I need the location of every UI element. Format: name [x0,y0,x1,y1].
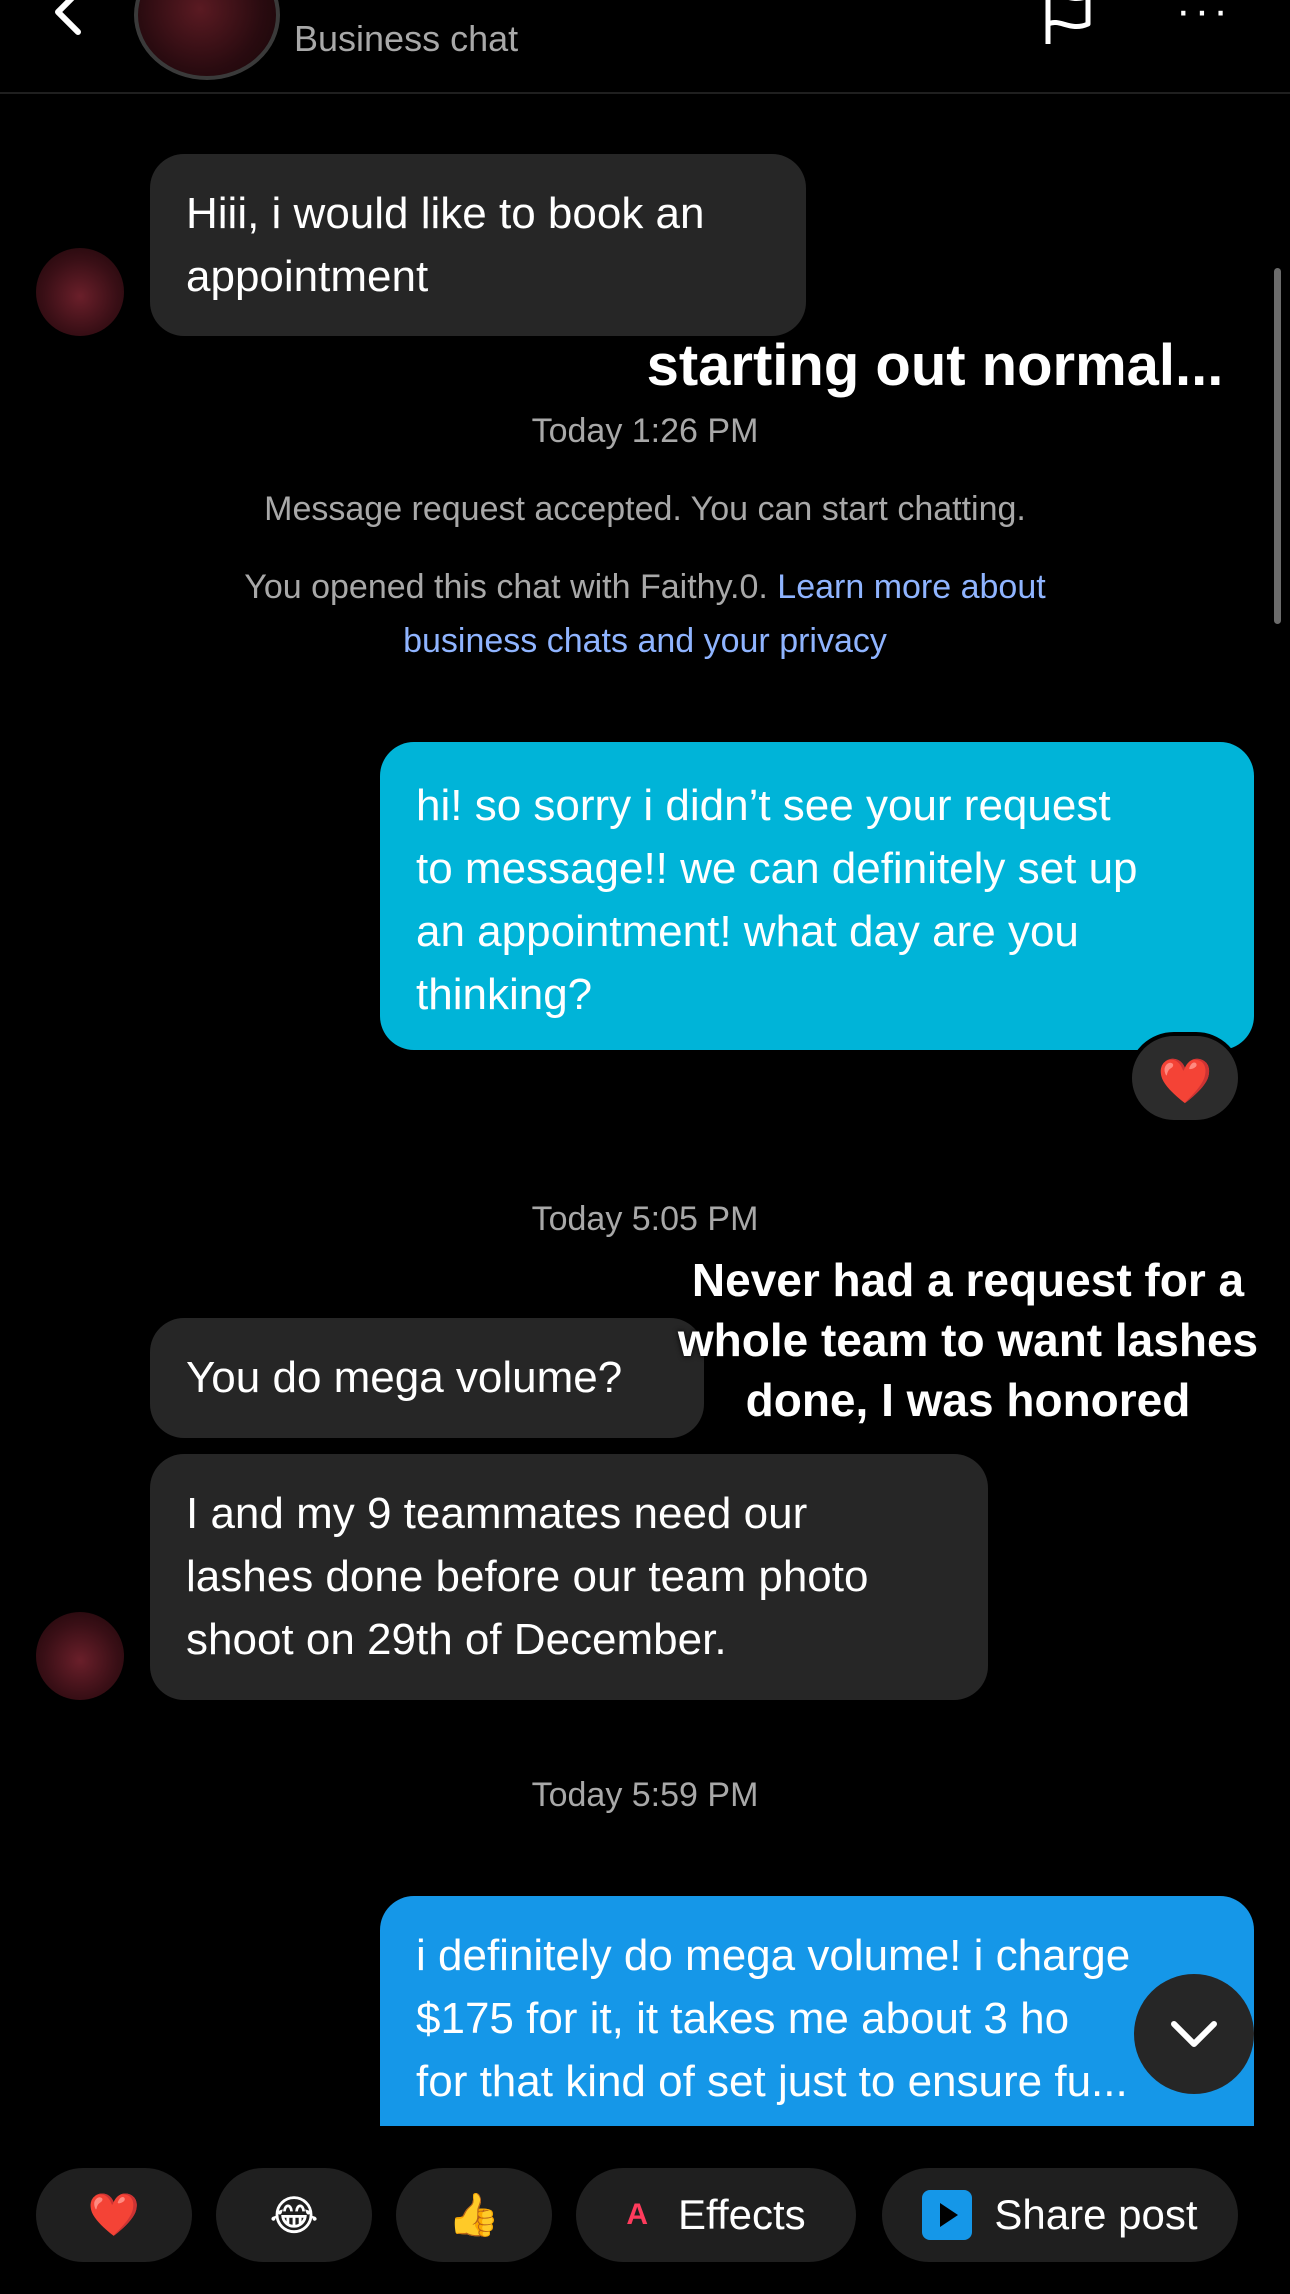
message-text-line: I and my 9 teammates need our [186,1489,808,1538]
message-text-line: an appointment! what day are you [416,907,1079,956]
effects-icon: A [626,2198,649,2231]
share-post-icon [922,2190,973,2240]
message-text-line: hi! so sorry i didn’t see your request [416,781,1111,830]
sender-avatar[interactable] [36,248,124,336]
laughing-emoji-icon: 😂 [269,2191,319,2239]
incoming-message-bubble[interactable]: Hiii, i would like to book an appointmen… [150,154,806,336]
caption-overlay: Never had a request for a whole team to … [660,1250,1276,1430]
message-text-line: You do mega volume? [186,1353,623,1402]
message-text-line: $175 for it, it takes me about 3 ho [416,1994,1070,2043]
outgoing-message-bubble[interactable]: i definitely do mega volume! i charge $1… [380,1896,1254,2130]
message-text-line: for that kind of set just to ensure fu..… [416,2057,1128,2106]
scroll-to-bottom-button[interactable] [1134,1974,1254,2094]
share-post-label: Share post [994,2191,1198,2238]
chat-header: Business chat ··· [0,0,1290,94]
message-text-line: appointment [186,252,429,301]
privacy-notice: You opened this chat with Faithy.0. Lear… [0,560,1290,668]
caption-line: done, I was honored [745,1374,1191,1426]
caption-line: whole team to want lashes [677,1314,1259,1366]
caption-overlay: starting out normal... [646,333,1224,398]
heart-icon: ❤️ [87,2190,141,2238]
privacy-notice-text: You opened this chat with Faithy.0. [244,568,778,606]
system-message: Message request accepted. You can start … [264,490,1026,528]
heart-quick-reaction[interactable]: ❤️ [36,2168,192,2262]
thumbs-up-icon: 👍 [447,2190,501,2238]
outgoing-message-bubble[interactable]: hi! so sorry i didn’t see your request t… [380,742,1254,1050]
more-horizontal-icon[interactable]: ··· [1176,0,1232,33]
message-text-line: Hiii, i would like to book an [186,189,705,238]
timestamp: Today 5:59 PM [531,1776,759,1814]
message-text-line: lashes done before our team photo [186,1552,869,1601]
timestamp: Today 1:26 PM [531,412,759,450]
message-text-line: shoot on 29th of December. [186,1615,727,1664]
learn-more-link[interactable]: Learn more about [777,568,1045,606]
incoming-message-bubble[interactable]: I and my 9 teammates need our lashes don… [150,1454,988,1700]
caption-line: Never had a request for a [691,1254,1245,1306]
learn-more-link-cont[interactable]: business chats and your privacy [403,622,887,660]
message-text-line: to message!! we can definitely set up [416,844,1138,893]
share-post-button[interactable]: Share post [882,2168,1238,2262]
header-subtitle: Business chat [294,18,519,59]
message-text-line: i definitely do mega volume! i charge [416,1931,1131,1980]
thumbs-up-quick-reaction[interactable]: 👍 [396,2168,552,2262]
sender-avatar[interactable] [36,1612,124,1700]
flag-icon[interactable] [1040,0,1096,46]
timestamp: Today 5:05 PM [531,1200,759,1238]
effects-label: Effects [678,2191,806,2238]
message-text-line: thinking? [416,970,593,1019]
laugh-quick-reaction[interactable]: 😂 [216,2168,372,2262]
incoming-message-bubble[interactable]: You do mega volume? [150,1318,704,1438]
heart-reaction[interactable]: ❤️ [1128,1032,1242,1124]
contact-avatar[interactable] [134,0,280,80]
chevron-left-icon[interactable] [40,0,100,42]
effects-button[interactable]: A Effects [576,2168,856,2262]
chevron-down-icon [1171,2021,1217,2047]
